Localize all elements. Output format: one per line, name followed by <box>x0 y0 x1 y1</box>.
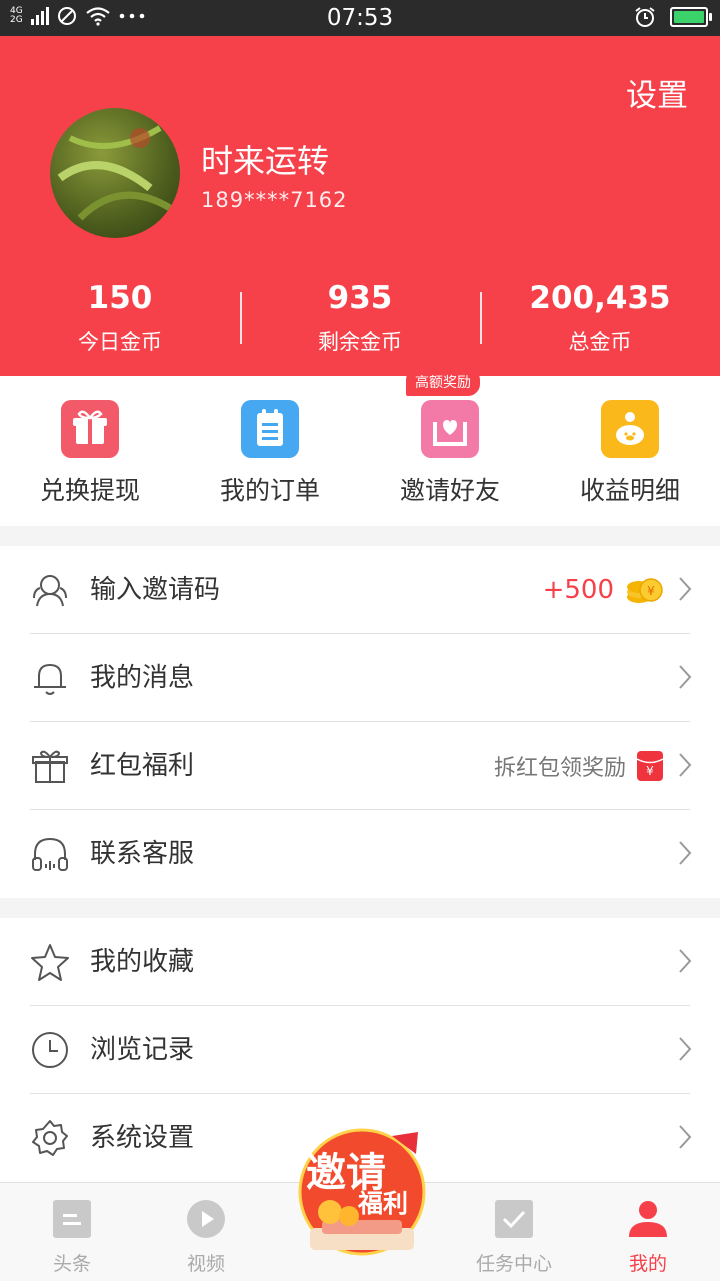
invite-reward: +500 ¥ <box>543 546 664 634</box>
quick-action-label: 兑换提现 <box>39 476 140 505</box>
stat-total-coins[interactable]: 200,435 总金币 <box>480 280 720 356</box>
profile-header: 设置 时来运转 189****7162 150 今日金币 935 剩余金币 20… <box>0 36 720 376</box>
user-icon <box>629 1201 667 1237</box>
alarm-icon <box>635 7 655 27</box>
menu-item-invite-code[interactable]: 输入邀请码 +500 ¥ <box>0 546 720 634</box>
star-icon <box>31 944 69 981</box>
invite-promo-button[interactable]: 邀请 福利 <box>292 1124 432 1264</box>
chevron-right-icon <box>679 753 692 777</box>
menu-item-label: 系统设置 <box>90 1123 195 1153</box>
user-name: 时来运转 <box>201 142 330 180</box>
stat-remaining-coins[interactable]: 935 剩余金币 <box>240 280 480 356</box>
quick-action-invite[interactable]: 高额奖励 邀请好友 <box>360 368 540 526</box>
stat-value: 200,435 <box>529 280 671 316</box>
user-phone: 189****7162 <box>201 188 348 212</box>
reward-amount: +500 <box>542 575 614 605</box>
quick-action-label: 我的订单 <box>219 476 320 505</box>
menu-item-favorites[interactable]: 我的收藏 <box>0 918 720 1006</box>
clock-icon <box>32 1032 68 1068</box>
svg-text:¥: ¥ <box>646 764 654 778</box>
headset-icon <box>32 837 68 871</box>
tab-label: 任务中心 <box>475 1253 552 1275</box>
menu-item-red-envelope[interactable]: 红包福利 拆红包领奖励 ¥ <box>0 722 720 810</box>
play-icon <box>187 1200 225 1238</box>
gift-box-icon <box>61 400 119 458</box>
stat-today-coins[interactable]: 150 今日金币 <box>0 280 240 356</box>
menu-item-label: 红包福利 <box>90 751 195 781</box>
svg-text:¥: ¥ <box>647 584 655 598</box>
tab-mine[interactable]: 我的 <box>588 1183 708 1276</box>
clipboard-icon <box>241 400 299 458</box>
bell-icon <box>34 663 66 695</box>
tab-label: 我的 <box>628 1253 667 1275</box>
quick-action-orders[interactable]: 我的订单 <box>180 376 360 526</box>
menu-item-customer-service[interactable]: 联系客服 <box>0 810 720 898</box>
menu-group-primary: 输入邀请码 +500 ¥ 我的消息 红包福利 拆红包领奖励 ¥ 联系客服 <box>0 546 720 898</box>
settings-link[interactable]: 设置 <box>626 70 688 115</box>
quick-action-label: 收益明细 <box>579 476 680 505</box>
menu-item-label: 联系客服 <box>90 839 195 869</box>
tab-video[interactable]: 视频 <box>146 1183 266 1276</box>
menu-item-label: 浏览记录 <box>90 1035 195 1065</box>
menu-item-label: 我的消息 <box>90 663 195 693</box>
chevron-right-icon <box>679 949 692 973</box>
piggy-bank-icon <box>601 400 659 458</box>
stat-label: 今日金币 <box>78 330 162 354</box>
tab-headlines[interactable]: 头条 <box>12 1183 132 1276</box>
avatar-image <box>57 125 172 221</box>
hint-text: 拆红包领奖励 <box>493 756 626 781</box>
tab-label: 视频 <box>186 1253 225 1275</box>
red-envelope-icon: ¥ <box>636 751 664 781</box>
status-bar: 4G 2G 07:53 <box>0 0 720 36</box>
quick-action-earnings[interactable]: 收益明细 <box>540 376 720 526</box>
chevron-right-icon <box>679 665 692 689</box>
menu-item-messages[interactable]: 我的消息 <box>0 634 720 722</box>
quick-actions: 兑换提现 我的订单 高额奖励 邀请好友 收益明细 <box>0 368 720 526</box>
gear-icon <box>32 1120 68 1156</box>
battery-icon <box>670 7 712 27</box>
high-reward-badge: 高额奖励 <box>406 368 480 396</box>
tab-label: 头条 <box>52 1253 91 1275</box>
clock-time: 07:53 <box>326 5 394 31</box>
avatar[interactable] <box>50 108 180 238</box>
quick-action-withdraw[interactable]: 兑换提现 <box>0 376 180 526</box>
chevron-right-icon <box>679 577 692 601</box>
stat-label: 总金币 <box>568 330 632 354</box>
stat-value: 150 <box>87 280 153 316</box>
chevron-right-icon <box>679 841 692 865</box>
chevron-right-icon <box>679 1125 692 1149</box>
people-icon <box>33 575 67 607</box>
quick-action-label: 邀请好友 <box>399 476 500 505</box>
red-envelope-hint: 拆红包领奖励 ¥ <box>494 722 664 810</box>
checkbox-icon <box>495 1200 533 1238</box>
menu-item-label: 我的收藏 <box>90 947 195 977</box>
chevron-right-icon <box>679 1037 692 1061</box>
menu-item-history[interactable]: 浏览记录 <box>0 1006 720 1094</box>
promo-subtitle: 福利 <box>358 1189 409 1218</box>
coin-stats: 150 今日金币 935 剩余金币 200,435 总金币 <box>0 280 720 356</box>
stat-value: 935 <box>327 280 393 316</box>
stat-label: 剩余金币 <box>318 330 402 354</box>
heart-mail-icon <box>421 400 479 458</box>
status-right <box>634 6 712 28</box>
news-icon <box>53 1200 91 1238</box>
coins-icon: ¥ <box>627 578 663 603</box>
gift-icon <box>32 750 68 783</box>
menu-item-label: 输入邀请码 <box>90 575 221 605</box>
tab-task-center[interactable]: 任务中心 <box>454 1183 574 1276</box>
